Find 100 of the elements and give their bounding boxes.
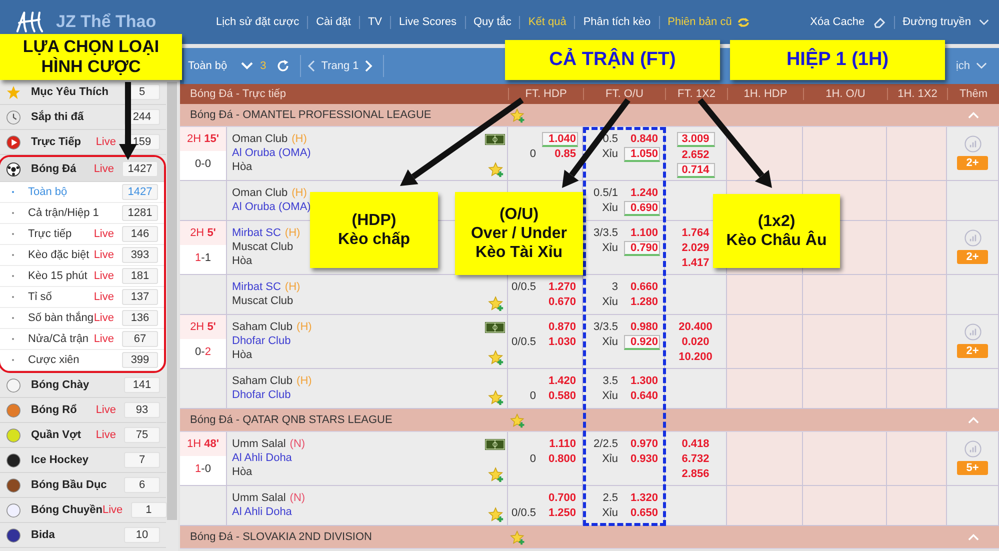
match-score: 1-1 (194, 252, 212, 264)
odds-value[interactable]: 1.417 (676, 256, 714, 270)
nav-link[interactable]: Xóa Cache (802, 16, 873, 28)
sport-label[interactable]: Trực Tiếp (31, 136, 96, 148)
team-name[interactable]: Al Oruba (OMA) (232, 146, 311, 160)
nav-link[interactable]: Phiên bản cũ (660, 16, 740, 28)
team-name[interactable]: Mirbat SC (H) (232, 280, 300, 294)
team-name[interactable]: Mirbat SC (H) (232, 226, 300, 240)
odds-value[interactable]: 0.970 (624, 437, 660, 451)
team-name[interactable]: Al Ahli Doha (232, 451, 306, 465)
odds-value[interactable]: 3.009 (676, 132, 714, 147)
team-name[interactable]: Muscat Club (232, 240, 300, 254)
odds-value[interactable]: 0.690 (624, 200, 660, 216)
league-name[interactable]: Bóng Đá - OMANTEL PROFESSIONAL LEAGUE (180, 109, 508, 121)
odds-value[interactable]: 1.764 (676, 226, 714, 240)
team-name[interactable]: Muscat Club (232, 294, 300, 308)
odds-value[interactable]: 1.420 (542, 374, 578, 388)
category-label[interactable]: Trực tiếp (28, 228, 94, 240)
odds-value[interactable]: 0.85 (542, 147, 578, 161)
live-label: Live (96, 404, 116, 416)
nav-link[interactable]: Live Scores (391, 16, 464, 28)
nav-link[interactable]: Cài đặt (308, 16, 359, 28)
odds-value[interactable]: 0.930 (624, 452, 660, 466)
team-name[interactable]: Umm Salal (N) (232, 491, 306, 505)
sport-label[interactable]: Bida (31, 529, 124, 541)
nav-link[interactable]: Kết quả (520, 16, 574, 28)
view-filter[interactable]: Toàn bộ (188, 60, 228, 72)
category-label[interactable]: Cược xiên (28, 354, 122, 366)
odds-value[interactable]: 0.870 (542, 320, 578, 334)
odds-value[interactable]: 6.732 (676, 452, 714, 466)
odds-value[interactable]: 0.714 (676, 163, 714, 178)
nav-link[interactable]: Phân tích kèo (575, 16, 659, 28)
odds-value[interactable]: 2.856 (676, 467, 714, 481)
column-header: 1H. O/U (803, 88, 887, 100)
sport-label[interactable]: Bóng Rổ (31, 404, 96, 416)
category-label[interactable]: Nửa/Cả trận (28, 333, 94, 345)
sport-label[interactable]: Bóng Chuyền (31, 504, 102, 516)
team-name[interactable]: Dhofar Club (232, 334, 312, 348)
more-bets-button[interactable]: 2+ (957, 250, 988, 264)
category-label[interactable]: Cả trận/Hiệp 1 (28, 207, 122, 219)
odds-value[interactable]: 0.660 (624, 280, 660, 294)
league-name[interactable]: Bóng Đá - QATAR QNB STARS LEAGUE (180, 414, 508, 426)
odds-value[interactable]: 1.110 (542, 437, 578, 451)
odds-value[interactable]: 1.240 (624, 186, 660, 200)
odds-value[interactable]: 0.840 (624, 132, 660, 146)
sport-label[interactable]: Mục Yêu Thích (31, 86, 124, 98)
sport-label[interactable]: Sắp thi đấ (31, 111, 124, 123)
odds-value[interactable]: 10.200 (676, 350, 714, 364)
odds-value[interactable]: 1.280 (624, 295, 660, 309)
odds-value[interactable]: 1.030 (542, 335, 578, 349)
nav-link[interactable]: TV (360, 16, 390, 28)
odds-value[interactable]: 0.920 (624, 334, 660, 350)
odds-value[interactable]: 1.100 (624, 226, 660, 240)
odds-value[interactable]: 2.029 (676, 241, 714, 255)
sport-label[interactable]: Bóng Bầu Dục (31, 479, 124, 491)
odds-value[interactable]: 0.020 (676, 335, 714, 349)
more-bets-button[interactable]: 2+ (957, 344, 988, 358)
category-label[interactable]: Tỉ số (28, 291, 94, 303)
team-name[interactable]: Saham Club (H) (232, 374, 312, 388)
sport-label[interactable]: Quần Vợt (31, 429, 96, 441)
nav-link[interactable]: Quy tắc (466, 16, 520, 28)
odds-value[interactable]: 0.640 (624, 389, 660, 403)
category-label[interactable]: Số bàn thắng (28, 312, 94, 324)
odds-value[interactable]: 0.980 (624, 320, 660, 334)
team-name[interactable]: Umm Salal (N) (232, 437, 306, 451)
odds-value[interactable]: 0.790 (624, 240, 660, 256)
odds-value[interactable]: 20.400 (676, 320, 714, 334)
odds-value[interactable]: 1.040 (542, 132, 578, 146)
odds-value[interactable]: 1.320 (624, 491, 660, 505)
league-name[interactable]: Bóng Đá - SLOVAKIA 2ND DIVISION (180, 531, 508, 543)
count-badge: 1427 (122, 161, 158, 177)
nav-link[interactable]: Lịch sử đặt cược (208, 16, 308, 28)
team-name[interactable]: Oman Club (H) (232, 132, 311, 146)
sport-label[interactable]: Bóng Chày (31, 379, 124, 391)
sport-label[interactable]: Bóng Đá (31, 163, 94, 175)
more-bets-button[interactable]: 5+ (957, 461, 988, 475)
team-name[interactable]: Oman Club (H) (232, 186, 311, 200)
team-name[interactable]: Saham Club (H) (232, 320, 312, 334)
sport-label[interactable]: Ice Hockey (31, 454, 124, 466)
team-name[interactable]: Dhofar Club (232, 388, 312, 402)
team-name[interactable]: Al Oruba (OMA) (232, 200, 311, 214)
odds-value[interactable]: 1.050 (624, 146, 660, 162)
odds-value[interactable]: 0.650 (624, 506, 660, 520)
nav-link[interactable]: Đường truyền (894, 16, 979, 28)
category-label[interactable]: Toàn bộ (28, 186, 122, 198)
odds-value[interactable]: 1.270 (542, 280, 578, 294)
schedule-label[interactable]: ịch (956, 60, 970, 72)
odds-value[interactable]: 2.652 (676, 148, 714, 162)
odds-value[interactable]: 0.670 (542, 295, 578, 309)
category-label[interactable]: Kèo 15 phút (28, 270, 94, 282)
odds-value[interactable]: 0.800 (542, 452, 578, 466)
brand-name: JZ Thể Thao (56, 12, 158, 32)
more-bets-button[interactable]: 2+ (957, 156, 988, 170)
odds-value[interactable]: 0.580 (542, 389, 578, 403)
category-label[interactable]: Kèo đặc biệt (28, 249, 94, 261)
team-name[interactable]: Al Ahli Doha (232, 505, 306, 519)
odds-value[interactable]: 1.250 (542, 506, 578, 520)
odds-value[interactable]: 1.300 (624, 374, 660, 388)
odds-value[interactable]: 0.418 (676, 437, 714, 451)
odds-value[interactable]: 0.700 (542, 491, 578, 505)
